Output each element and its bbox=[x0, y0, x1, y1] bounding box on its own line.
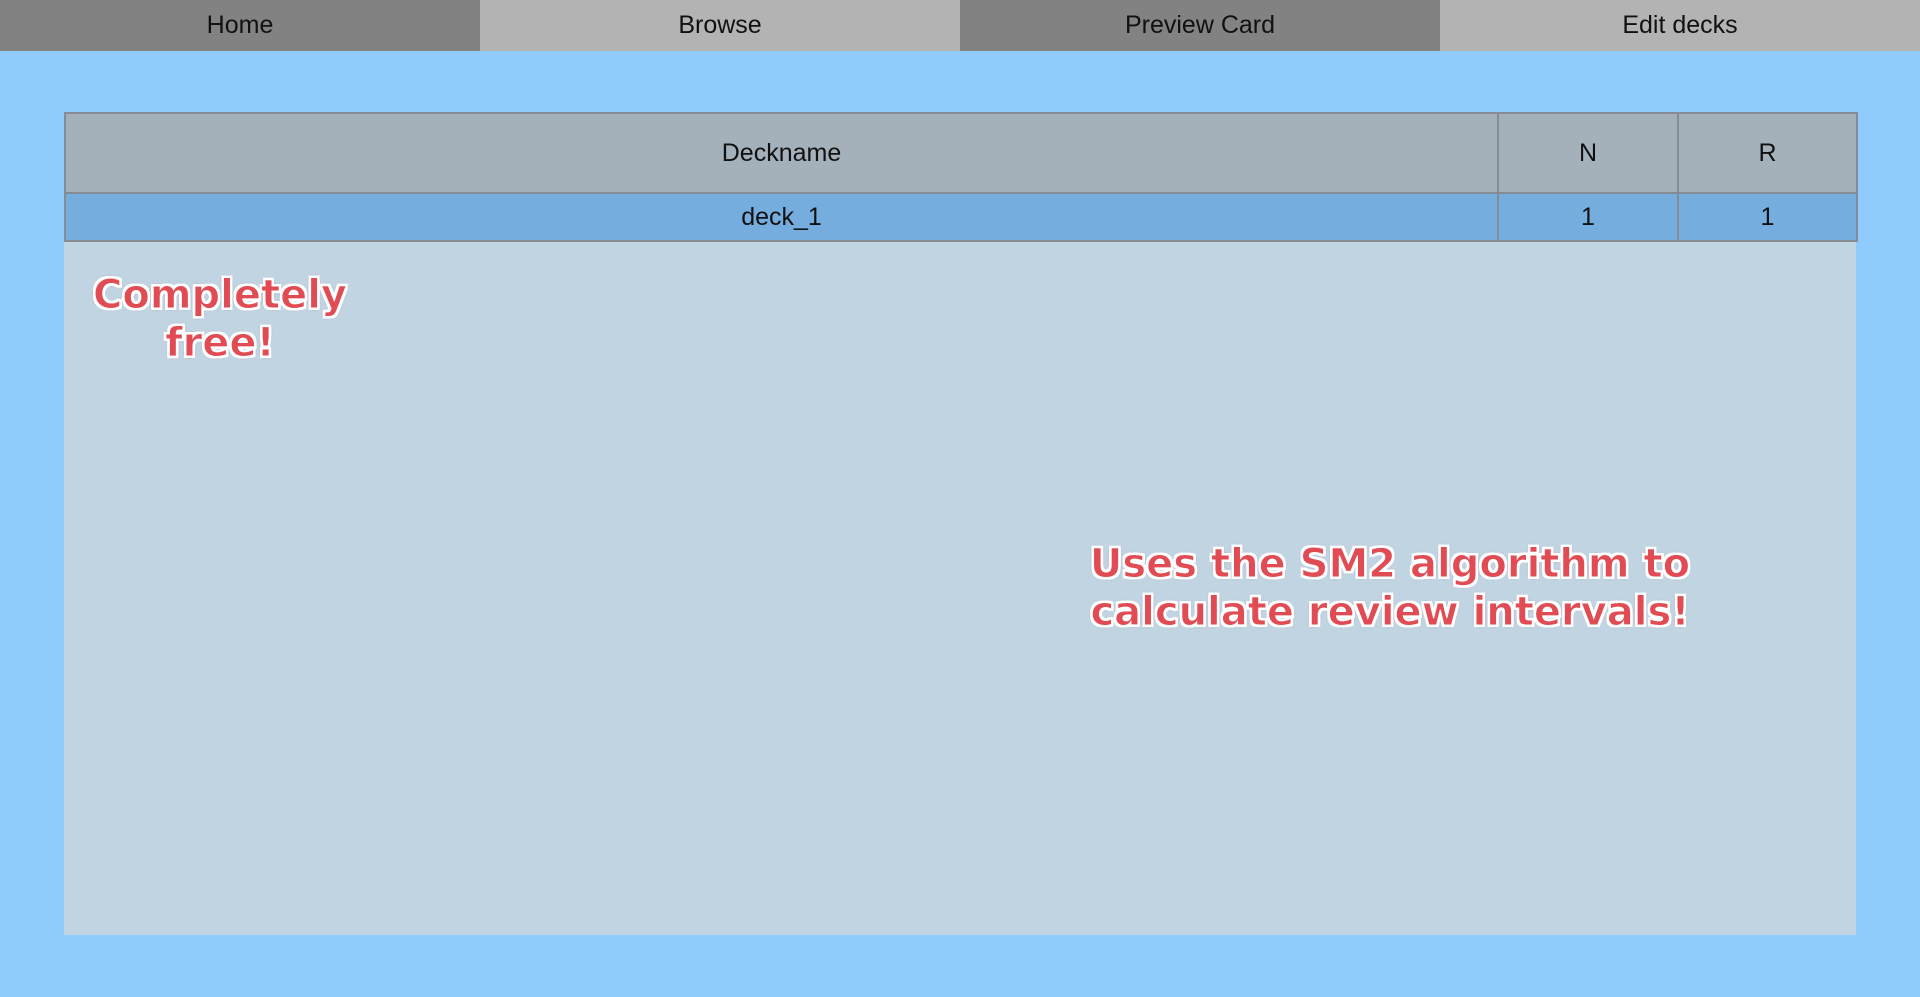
tab-preview-card[interactable]: Preview Card bbox=[960, 0, 1440, 51]
column-header-review[interactable]: R bbox=[1677, 112, 1858, 194]
promo-sm2-text: Uses the SM2 algorithm to calculate revi… bbox=[1060, 540, 1720, 636]
promo-free-text: Completely free! bbox=[70, 271, 370, 367]
table-row[interactable]: deck_1 1 1 bbox=[64, 192, 1858, 242]
deck-review-count-cell[interactable]: 1 bbox=[1677, 192, 1858, 242]
promo-free-line1: Completely bbox=[92, 272, 348, 319]
tab-bar: Home Browse Preview Card Edit decks bbox=[0, 0, 1920, 51]
tab-edit-decks[interactable]: Edit decks bbox=[1440, 0, 1920, 51]
deck-name-cell[interactable]: deck_1 bbox=[64, 192, 1499, 242]
tab-home[interactable]: Home bbox=[0, 0, 480, 51]
table-header-row: Deckname N R bbox=[64, 112, 1858, 194]
deck-table: Deckname N R deck_1 1 1 bbox=[64, 112, 1858, 242]
promo-free-line2: free! bbox=[165, 320, 276, 367]
tab-browse[interactable]: Browse bbox=[480, 0, 960, 51]
column-header-new[interactable]: N bbox=[1497, 112, 1679, 194]
deck-panel: Deckname N R deck_1 1 1 bbox=[64, 112, 1858, 935]
deck-new-count-cell[interactable]: 1 bbox=[1497, 192, 1679, 242]
promo-sm2-line2: calculate review intervals! bbox=[1090, 589, 1690, 636]
promo-sm2-line1: Uses the SM2 algorithm to bbox=[1089, 541, 1691, 588]
column-header-deckname[interactable]: Deckname bbox=[64, 112, 1499, 194]
